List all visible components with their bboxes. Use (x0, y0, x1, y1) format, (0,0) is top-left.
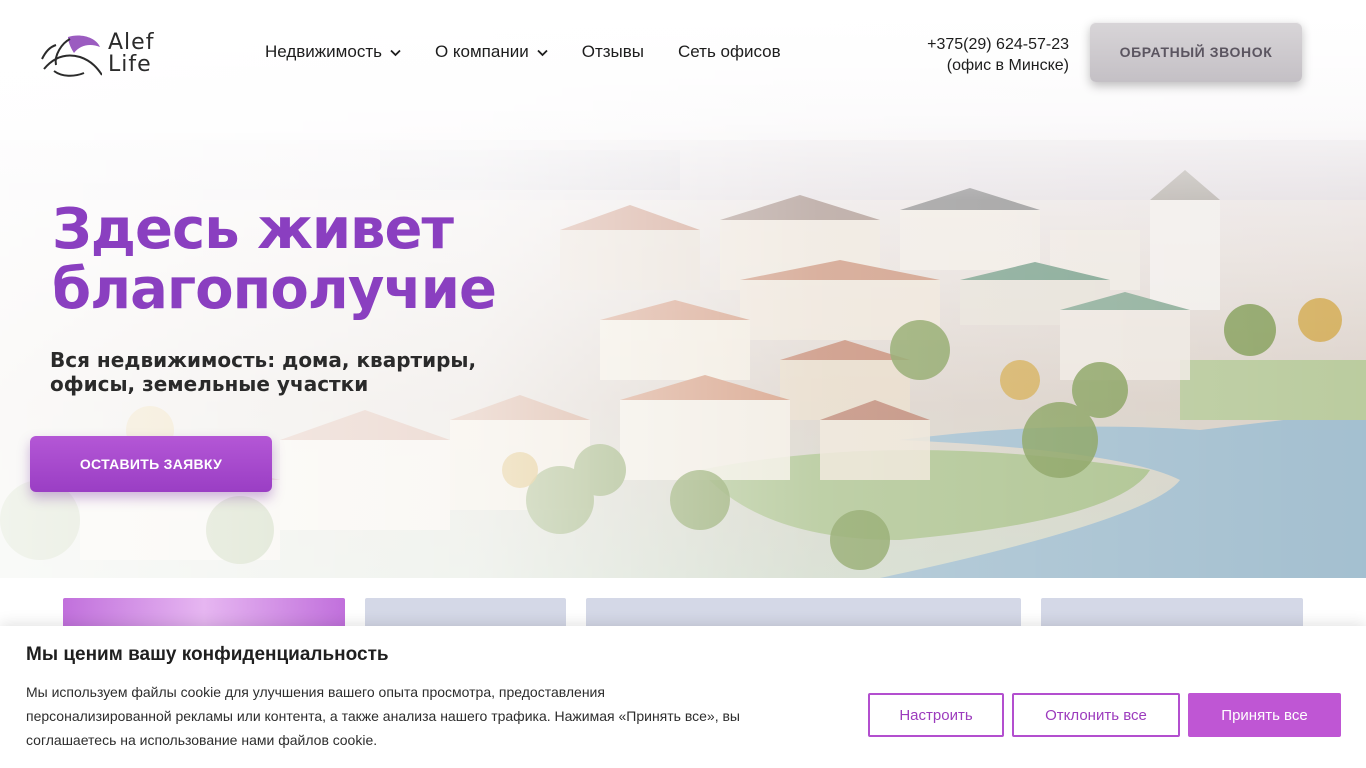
contact-phone-block: +375(29) 624-57-23 (офис в Минске) (927, 34, 1069, 76)
brand-line-1: Alef (108, 30, 155, 55)
phone-note: (офис в Минске) (946, 57, 1069, 74)
nav-item-reviews[interactable]: Отзывы (582, 42, 644, 62)
phone-number-link[interactable]: +375(29) 624-57-23 (927, 34, 1069, 55)
hero-title-line-2: благополучие (52, 257, 497, 322)
cookie-text-line-1: Мы используем файлы cookie для улучшения… (26, 684, 605, 700)
nav-item-offices[interactable]: Сеть офисов (678, 42, 781, 62)
cookie-text-line-2: персонализированной рекламы или контента… (26, 708, 740, 724)
chevron-down-icon (390, 49, 401, 56)
cookie-reject-all-button[interactable]: Отклонить все (1012, 693, 1180, 737)
hero-subtitle-line-1: Вся недвижимость: дома, квартиры, (50, 348, 477, 372)
leave-request-button[interactable]: ОСТАВИТЬ ЗАЯВКУ (30, 436, 272, 492)
hero-title: Здесь живет благополучие (52, 197, 497, 322)
nav-item-label: Отзывы (581, 42, 645, 61)
logo-icon (41, 35, 102, 77)
nav-item-label: О компании (434, 42, 529, 61)
hero-title-line-1: Здесь живет (52, 197, 454, 262)
cookie-text-line-3: соглашаетесь на использование нами файло… (26, 732, 378, 748)
cookie-accept-all-button[interactable]: Принять все (1188, 693, 1341, 737)
brand-logo[interactable]: Alef Life (40, 30, 200, 82)
main-nav: Недвижимость О компании Отзывы Сеть офис… (265, 42, 781, 62)
nav-item-about[interactable]: О компании (435, 42, 548, 62)
hero-subtitle-line-2: офисы, земельные участки (50, 372, 369, 396)
cookie-consent-banner: Мы ценим вашу конфиденциальность Мы испо… (0, 626, 1366, 768)
nav-item-label: Недвижимость (265, 42, 382, 61)
nav-item-realty[interactable]: Недвижимость (265, 42, 401, 62)
cookie-text: Мы используем файлы cookie для улучшения… (26, 680, 846, 752)
hero-subtitle: Вся недвижимость: дома, квартиры, офисы,… (50, 348, 520, 396)
chevron-down-icon (537, 49, 548, 56)
callback-button[interactable]: ОБРАТНЫЙ ЗВОНОК (1090, 22, 1302, 82)
brand-line-2: Life (108, 52, 152, 77)
nav-item-label: Сеть офисов (678, 42, 781, 61)
cookie-settings-button[interactable]: Настроить (868, 693, 1004, 737)
brand-name: Alef Life (108, 32, 154, 76)
cookie-title: Мы ценим вашу конфиденциальность (26, 644, 389, 665)
